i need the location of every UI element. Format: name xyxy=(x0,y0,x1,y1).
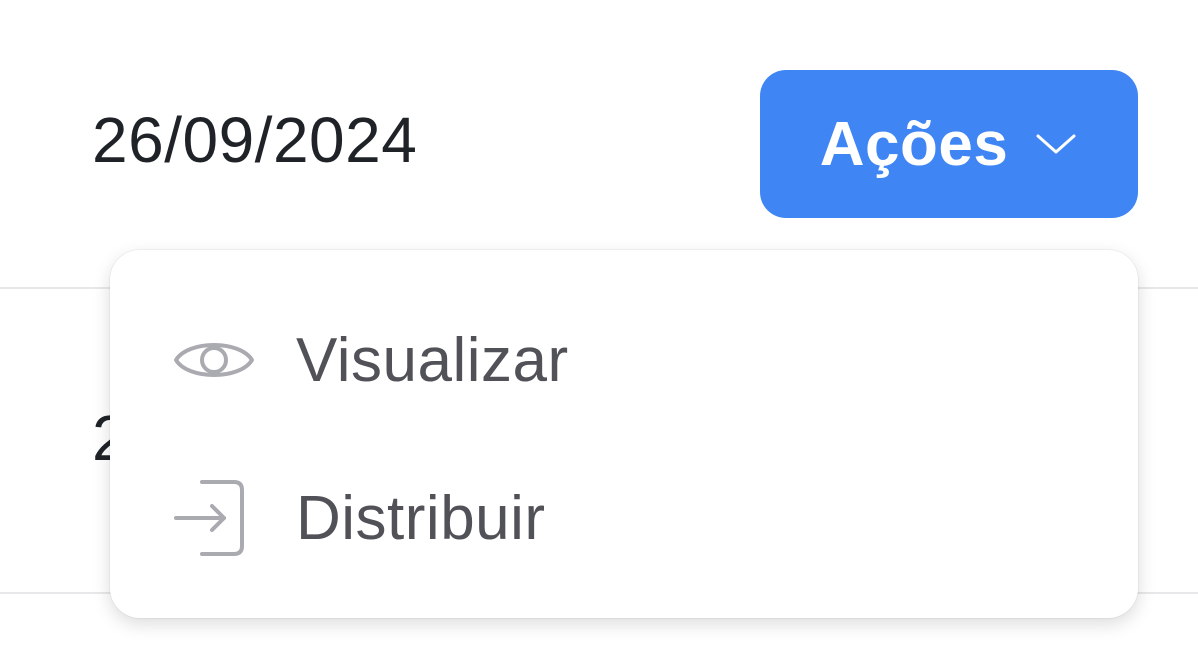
chevron-down-icon xyxy=(1034,131,1078,157)
menu-item-view[interactable]: Visualizar xyxy=(110,290,1138,430)
actions-button-label: Ações xyxy=(819,109,1009,179)
eye-icon xyxy=(172,318,256,402)
menu-item-label: Distribuir xyxy=(296,483,546,553)
sign-in-icon xyxy=(172,476,256,560)
date-cell: 26/09/2024 xyxy=(92,104,418,176)
table-view: 26/09/2024 2 Ações Visualizar Distribuir xyxy=(0,0,1198,660)
actions-dropdown-menu: Visualizar Distribuir xyxy=(110,250,1138,618)
menu-item-distribute[interactable]: Distribuir xyxy=(110,448,1138,588)
actions-button[interactable]: Ações xyxy=(760,70,1138,218)
menu-item-label: Visualizar xyxy=(296,325,569,395)
